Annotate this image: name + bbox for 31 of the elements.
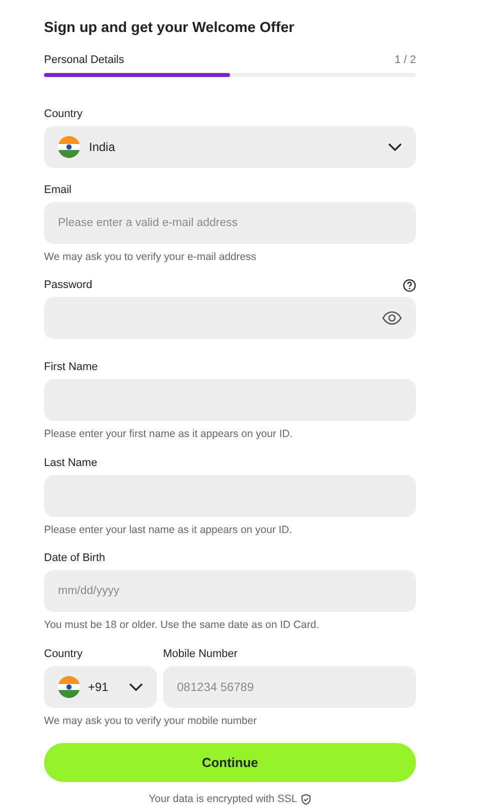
flag-icon: [58, 136, 80, 158]
country-code-select[interactable]: +91: [44, 666, 157, 708]
field-label: Email: [44, 183, 72, 198]
chevron-down-icon: [388, 143, 402, 151]
field-label: First Name: [44, 360, 98, 375]
continue-button[interactable]: Continue: [44, 743, 416, 782]
hint-text: You must be 18 or older. Use the same date as on ID Card.: [44, 618, 320, 633]
flag-icon: [58, 676, 80, 698]
eye-icon[interactable]: [382, 311, 402, 325]
field-label: Password: [44, 278, 92, 293]
ssl-note: Your data is encrypted with SSL: [148, 792, 298, 807]
country-select[interactable]: India: [44, 126, 416, 168]
mobile-number-field[interactable]: 081234 56789: [163, 666, 416, 708]
input-field[interactable]: Please enter a valid e-mail address: [44, 202, 416, 244]
hint-text: Please enter your last name as it appears on your ID.: [44, 523, 294, 538]
form-title: Sign up and get your Welcome Offer: [44, 19, 296, 38]
hint-text: We may ask you to verify your e-mail address: [44, 250, 258, 265]
field-label: Country: [44, 107, 83, 122]
hint-text: Please enter your first name as it appears on your ID.: [44, 427, 294, 442]
field-label: Date of Birth: [44, 551, 106, 566]
field-label: Country: [44, 647, 84, 662]
help-icon[interactable]: [403, 278, 416, 292]
field-label: Mobile Number: [163, 647, 238, 662]
password-field[interactable]: [44, 297, 416, 339]
shield-check-icon: [301, 794, 312, 806]
field-label: Last Name: [44, 456, 98, 471]
hint-text: We may ask you to verify your mobile number: [44, 714, 258, 729]
chevron-down-icon: [129, 683, 143, 691]
input-field[interactable]: mm/dd/yyyy: [44, 570, 416, 612]
step-label: Personal Details: [44, 53, 124, 68]
step-counter: 1 / 2: [394, 53, 416, 68]
